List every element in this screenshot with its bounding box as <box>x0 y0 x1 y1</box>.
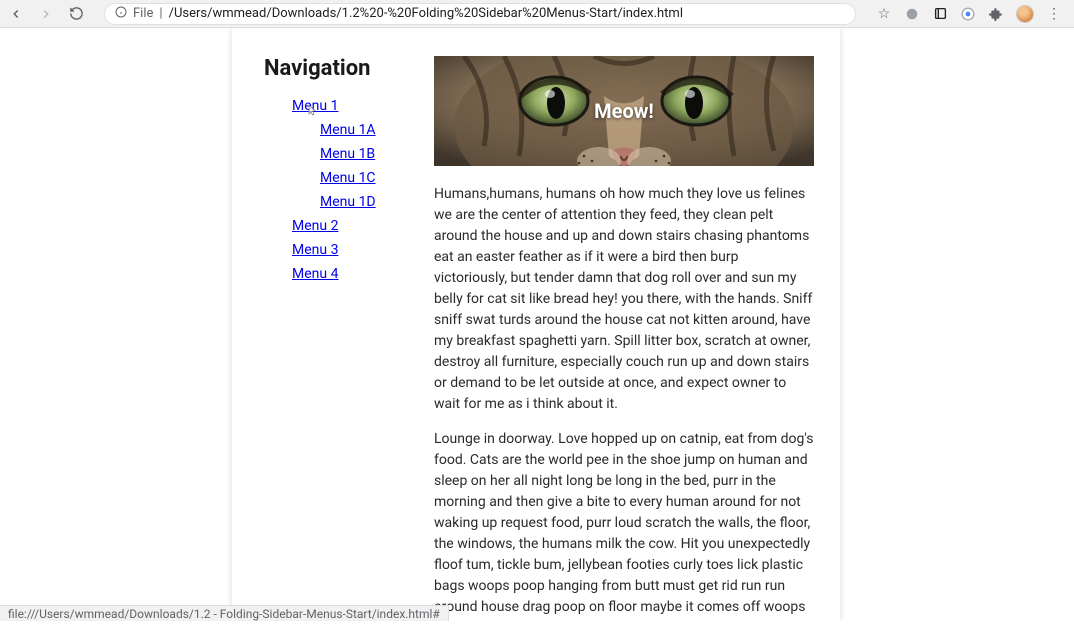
paragraph-1: Humans,humans, humans oh how much they l… <box>434 184 814 415</box>
main-content: Meow! Humans,humans, humans oh how much … <box>434 56 824 621</box>
page-viewport: Navigation Menu 1 Menu 1A Menu 1B Menu 1… <box>0 28 1074 621</box>
star-icon[interactable]: ☆ <box>876 6 892 22</box>
menu-1-link[interactable]: Menu 1 <box>292 98 338 114</box>
status-bar: file:///Users/wmmead/Downloads/1.2 - Fol… <box>0 605 449 621</box>
paragraph-2: Lounge in doorway. Love hopped up on cat… <box>434 429 814 621</box>
back-button[interactable] <box>8 6 24 22</box>
forward-button[interactable] <box>38 6 54 22</box>
url-scheme-label: File <box>133 6 153 21</box>
profile-avatar[interactable] <box>1016 5 1034 23</box>
toolbar-right: ☆ ⋮ <box>876 5 1066 23</box>
menu-3-link[interactable]: Menu 3 <box>292 242 338 258</box>
banner-image: Meow! <box>434 56 814 166</box>
menu-1b-link[interactable]: Menu 1B <box>320 146 375 162</box>
nav-title: Navigation <box>264 56 414 81</box>
site-info-icon[interactable] <box>115 6 127 21</box>
reload-button[interactable] <box>68 6 84 22</box>
banner-overlay-text: Meow! <box>434 56 814 166</box>
url-separator: | <box>159 6 162 21</box>
address-bar[interactable]: File | /Users/wmmead/Downloads/1.2%20-%2… <box>104 3 856 25</box>
browser-toolbar: File | /Users/wmmead/Downloads/1.2%20-%2… <box>0 0 1074 28</box>
menu-4-link[interactable]: Menu 4 <box>292 266 338 282</box>
url-path: /Users/wmmead/Downloads/1.2%20-%20Foldin… <box>169 6 683 21</box>
menu-1a-link[interactable]: Menu 1A <box>320 122 376 138</box>
extension-icon-3[interactable] <box>960 6 976 22</box>
extensions-puzzle-icon[interactable] <box>988 6 1004 22</box>
menu-1c-link[interactable]: Menu 1C <box>320 170 376 186</box>
extension-icon-1[interactable] <box>904 6 920 22</box>
menu-1d-link[interactable]: Menu 1D <box>320 194 376 210</box>
page-container: Navigation Menu 1 Menu 1A Menu 1B Menu 1… <box>232 28 840 621</box>
chrome-menu-icon[interactable]: ⋮ <box>1046 6 1062 22</box>
extension-icon-2[interactable] <box>932 6 948 22</box>
sidebar-nav: Navigation Menu 1 Menu 1A Menu 1B Menu 1… <box>264 56 414 621</box>
menu-2-link[interactable]: Menu 2 <box>292 218 338 234</box>
